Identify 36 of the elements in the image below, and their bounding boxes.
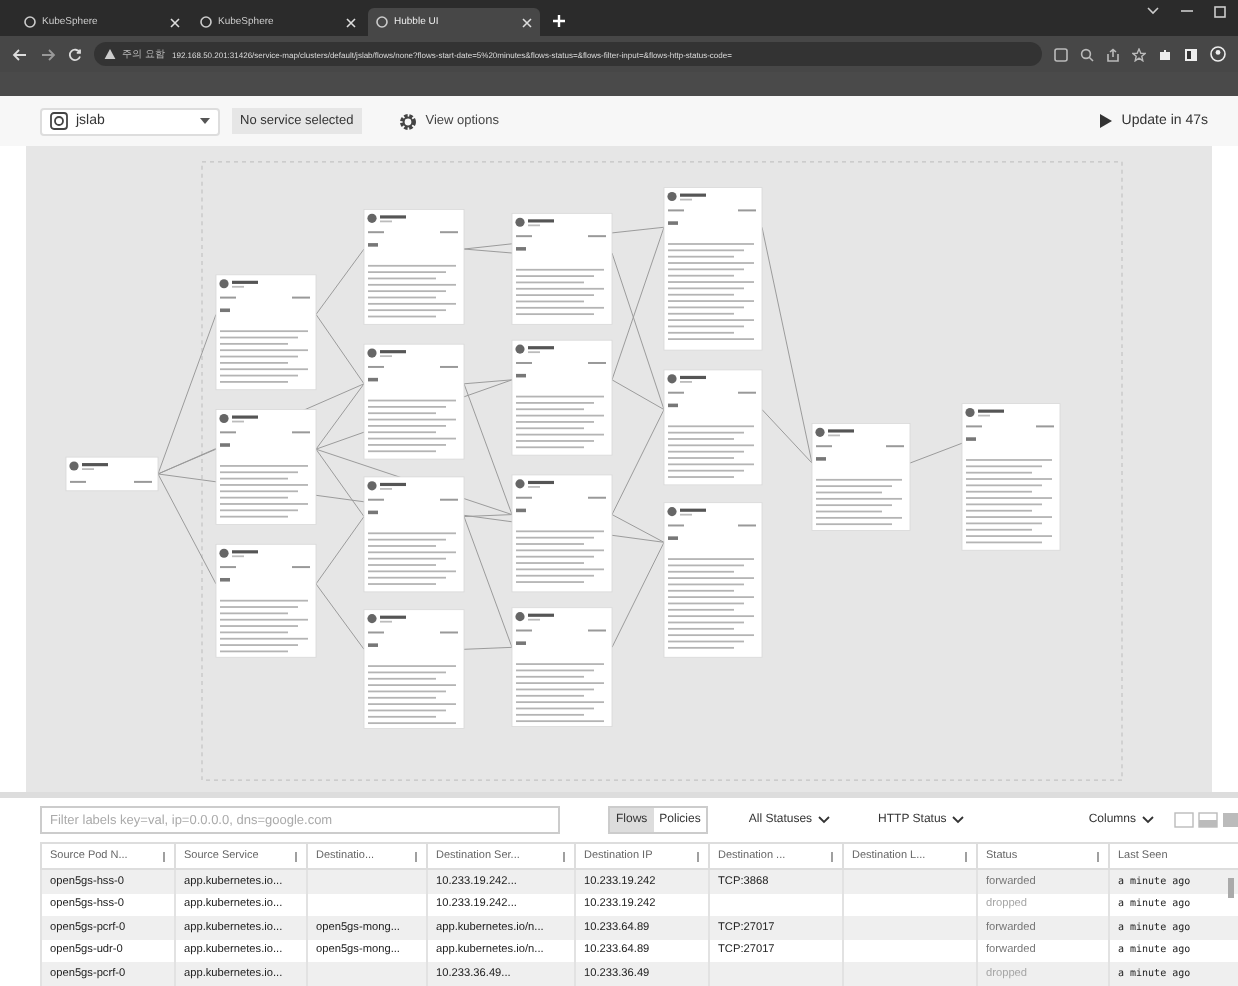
forward-icon[interactable]	[40, 47, 56, 61]
globe-icon	[376, 16, 388, 28]
caret-icon	[200, 118, 210, 124]
resize-handle-icon[interactable]	[414, 851, 418, 861]
star-icon[interactable]	[1132, 47, 1146, 61]
reload-icon[interactable]	[68, 47, 82, 61]
resize-handle-icon[interactable]	[562, 851, 566, 861]
play-icon	[1099, 114, 1112, 128]
profile-icon[interactable]	[1210, 46, 1226, 62]
resize-handle-icon[interactable]	[696, 851, 700, 861]
share-icon[interactable]	[1106, 47, 1120, 61]
chevron-down-icon	[1142, 816, 1154, 824]
puzzle-icon[interactable]	[1158, 47, 1172, 61]
resize-handle-icon[interactable]	[964, 851, 968, 861]
globe-icon	[200, 16, 212, 28]
close-icon[interactable]	[522, 17, 532, 27]
translate-icon[interactable]	[1054, 47, 1068, 61]
zoom-icon[interactable]	[1080, 47, 1094, 61]
resize-handle-icon[interactable]	[1096, 851, 1100, 861]
namespace-icon	[50, 112, 68, 130]
settings-icon	[397, 111, 418, 131]
resize-handle-icon[interactable]	[294, 851, 298, 861]
sidebar-icon[interactable]	[1184, 47, 1198, 61]
chevron-down-icon	[952, 816, 965, 824]
globe-icon	[24, 16, 36, 28]
close-icon[interactable]	[346, 17, 356, 27]
warning-icon	[104, 48, 116, 60]
close-icon[interactable]	[170, 17, 180, 27]
chevron-down-icon	[818, 816, 831, 824]
resize-handle-icon[interactable]	[830, 851, 834, 861]
minimize-icon[interactable]	[1180, 6, 1194, 16]
chevron-down-icon[interactable]	[1146, 6, 1160, 16]
maximize-icon[interactable]	[1214, 6, 1226, 18]
resize-handle-icon[interactable]	[162, 851, 166, 861]
back-icon[interactable]	[12, 47, 28, 61]
plus-icon[interactable]	[552, 14, 566, 28]
